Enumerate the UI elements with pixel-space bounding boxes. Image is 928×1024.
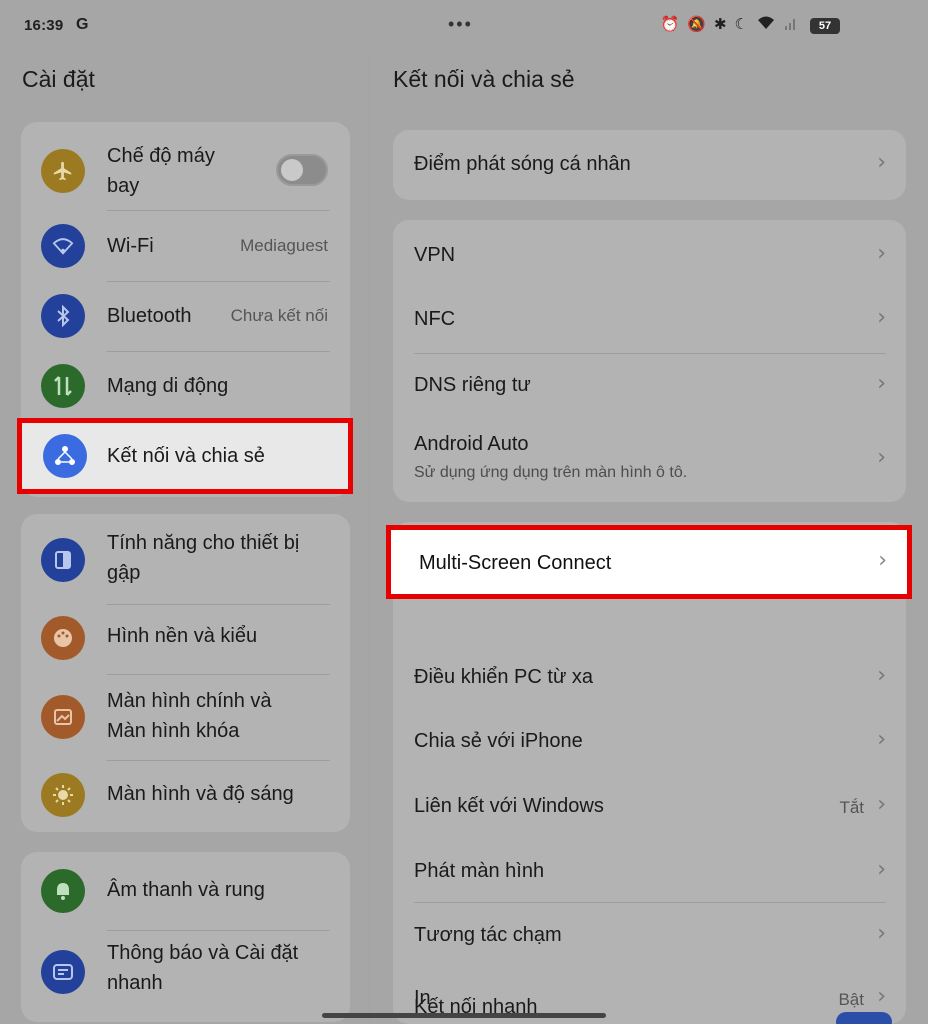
- list-item-link-windows[interactable]: Liên kết với Windows Tắt ›: [393, 776, 906, 840]
- hotspot-card: Điểm phát sóng cá nhân ›: [393, 130, 906, 200]
- sidebar-item-label: Mạng di động: [107, 375, 229, 397]
- status-time: 16:39: [24, 17, 64, 34]
- bluetooth-icon: [41, 294, 85, 338]
- chevron-right-icon: ›: [877, 150, 886, 175]
- sidebar-item-label: Màn hình chính và Màn hình khóa: [107, 690, 272, 742]
- sidebar-item-label: Thông báo và Cài đặt nhanh: [107, 942, 299, 994]
- nav-group-display: Tính năng cho thiết bị gập Hình nền và k…: [21, 514, 350, 832]
- list-item-label: Liên kết với Windows: [414, 795, 604, 817]
- foldable-icon: [41, 538, 85, 582]
- home-screen-icon: [41, 695, 85, 739]
- brightness-icon: [41, 773, 85, 817]
- palette-icon: [41, 616, 85, 660]
- chevron-right-icon: ›: [877, 305, 886, 330]
- sidebar-item-label: Chế độ máy bay: [107, 145, 215, 197]
- divider: [107, 604, 330, 605]
- sidebar-item-wifi[interactable]: Wi-Fi Mediaguest: [21, 212, 350, 280]
- sidebar-item-wallpaper-style[interactable]: Hình nền và kiểu: [21, 606, 350, 670]
- chevron-right-icon: ›: [877, 727, 886, 752]
- chevron-right-icon: ›: [877, 663, 886, 688]
- sidebar-item-airplane-mode[interactable]: Chế độ máy bay: [21, 136, 350, 206]
- wifi-network-value: Mediaguest: [240, 236, 328, 255]
- list-item-label: NFC: [414, 308, 456, 330]
- status-bar: 16:39 G ••• ⏰ 🔕 ✱ ☾ 57: [0, 0, 928, 52]
- quick-connect-toggle[interactable]: [836, 1012, 892, 1024]
- bluetooth-status-value: Chưa kết nối: [230, 306, 328, 325]
- list-item-multi-screen-connect[interactable]: Multi-Screen Connect ›: [386, 525, 912, 599]
- signal-icon: [784, 15, 798, 35]
- chevron-right-icon: ›: [877, 371, 886, 396]
- section-title: Kết nối và chia sẻ: [393, 66, 575, 92]
- sidebar-item-label: Wi-Fi: [107, 235, 154, 257]
- list-item-android-auto[interactable]: Android Auto Sử dụng ứng dụng trên màn h…: [393, 418, 906, 502]
- sidebar-item-foldable-features[interactable]: Tính năng cho thiết bị gập: [21, 520, 350, 596]
- list-item-label: DNS riêng tư: [414, 374, 531, 396]
- sidebar-item-label: Bluetooth: [107, 305, 192, 327]
- chevron-right-icon: ›: [877, 792, 886, 817]
- chevron-right-icon: ›: [877, 921, 886, 946]
- list-item-nfc[interactable]: NFC ›: [393, 286, 906, 350]
- sidebar-item-label: Kết nối và chia sẻ: [107, 445, 265, 467]
- airplane-icon: [41, 149, 85, 193]
- sidebar-item-connection-sharing[interactable]: Kết nối và chia sẻ: [17, 418, 353, 494]
- divider: [107, 210, 330, 211]
- divider: [107, 930, 330, 931]
- sidebar-item-mobile-network[interactable]: Mạng di động: [21, 352, 350, 420]
- google-g-icon: G: [76, 16, 89, 33]
- nav-group-sound-notifications: Âm thanh và rung Thông báo và Cài đặt nh…: [21, 852, 350, 1022]
- list-item-vpn[interactable]: VPN ›: [393, 220, 906, 286]
- link-windows-status: Tắt: [839, 798, 864, 817]
- more-dots-icon: •••: [448, 14, 473, 34]
- list-item-label: Điều khiển PC từ xa: [414, 666, 594, 688]
- list-item-remote-pc[interactable]: Điều khiển PC từ xa ›: [393, 648, 906, 712]
- chevron-right-icon: ›: [877, 857, 886, 882]
- divider: [107, 760, 330, 761]
- list-item-label: Android Auto: [414, 433, 529, 455]
- sidebar-item-label: Tính năng cho thiết bị gập: [107, 532, 300, 584]
- list-item-personal-hotspot[interactable]: Điểm phát sóng cá nhân ›: [393, 130, 906, 200]
- bell-icon: [41, 869, 85, 913]
- mobile-data-icon: [41, 364, 85, 408]
- notification-icon: [41, 950, 85, 994]
- divider: [414, 902, 886, 903]
- list-item-screen-cast[interactable]: Phát màn hình ›: [393, 840, 906, 904]
- alarm-icon: ⏰: [660, 16, 680, 33]
- moon-icon: ☾: [734, 16, 748, 33]
- sidebar-item-display-brightness[interactable]: Màn hình và độ sáng: [21, 762, 350, 828]
- home-gesture-bar[interactable]: [322, 1013, 606, 1018]
- chevron-right-icon: ›: [877, 445, 886, 470]
- battery-indicator: 57: [810, 18, 840, 34]
- list-item-label: Chia sẻ với iPhone: [414, 730, 583, 752]
- list-item-label: Multi-Screen Connect: [419, 552, 612, 574]
- list-item-label: Điểm phát sóng cá nhân: [414, 153, 631, 175]
- list-item-quick-connect[interactable]: Kết nối nhanh: [393, 996, 906, 1024]
- list-item-label: Phát màn hình: [414, 860, 545, 882]
- bell-off-icon: 🔕: [687, 16, 706, 33]
- sidebar-item-home-lock-screen[interactable]: Màn hình chính và Màn hình khóa: [21, 678, 350, 754]
- share-connect-icon: [43, 434, 87, 478]
- network-settings-card: VPN › NFC › DNS riêng tư › Android Auto …: [393, 220, 906, 502]
- divider: [107, 674, 330, 675]
- list-item-share-iphone[interactable]: Chia sẻ với iPhone ›: [393, 712, 906, 776]
- sidebar-item-sound-vibration[interactable]: Âm thanh và rung: [21, 858, 350, 924]
- list-item-label: VPN: [414, 244, 456, 266]
- wifi-icon: [41, 224, 85, 268]
- list-item-subtitle: Sử dụng ứng dụng trên màn hình ô tô.: [414, 464, 688, 481]
- wifi-icon: [756, 15, 776, 35]
- airplane-mode-toggle[interactable]: [276, 154, 328, 186]
- chevron-right-icon: ›: [877, 241, 886, 266]
- sidebar-item-label: Âm thanh và rung: [107, 879, 265, 901]
- list-item-touch-interaction[interactable]: Tương tác chạm ›: [393, 904, 906, 968]
- sidebar-item-label: Màn hình và độ sáng: [107, 783, 294, 805]
- sidebar-item-notifications-quick-settings[interactable]: Thông báo và Cài đặt nhanh: [21, 932, 350, 1010]
- list-item-private-dns[interactable]: DNS riêng tư ›: [393, 354, 906, 418]
- sidebar-item-bluetooth[interactable]: Bluetooth Chưa kết nối: [21, 282, 350, 350]
- bluetooth-icon: ✱: [713, 16, 727, 33]
- sidebar-item-label: Hình nền và kiểu: [107, 625, 258, 647]
- chevron-right-icon: ›: [878, 548, 887, 573]
- list-item-label: Tương tác chạm: [414, 924, 562, 946]
- page-title: Cài đặt: [22, 66, 95, 92]
- settings-nav-pane: Cài đặt Chế độ máy bay Wi-Fi Mediaguest …: [0, 52, 370, 1024]
